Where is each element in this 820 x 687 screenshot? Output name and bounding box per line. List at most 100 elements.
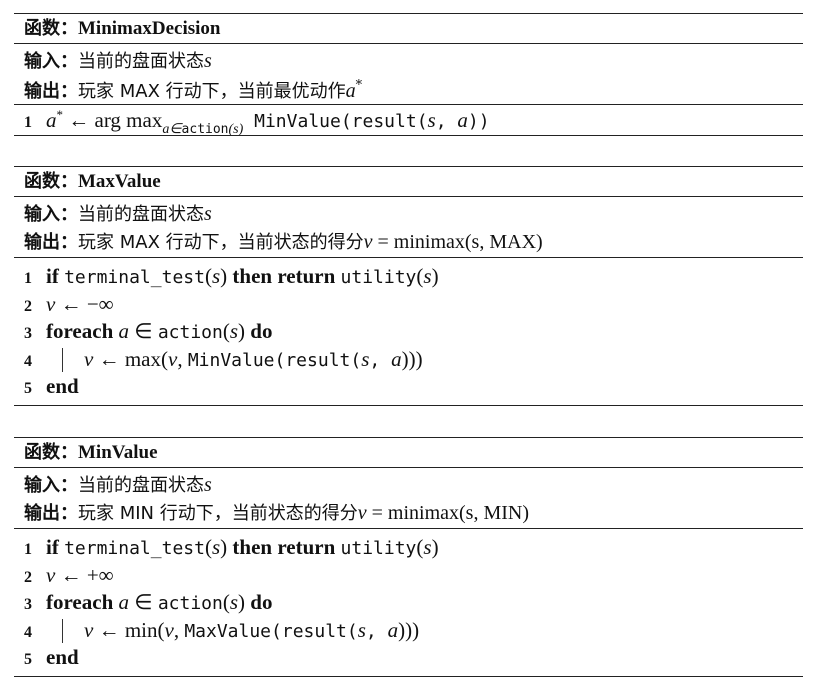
var-v: v — [46, 563, 56, 587]
io-rule — [14, 257, 803, 258]
utility-call: utility — [340, 538, 417, 559]
top-rule — [14, 437, 803, 438]
foreach-keyword: foreach — [46, 590, 119, 614]
output-variable: a — [345, 80, 356, 102]
if-keyword: if — [46, 535, 65, 559]
close-parens: )) — [467, 111, 490, 132]
header-rule — [14, 43, 803, 44]
line-number: 5 — [24, 651, 32, 668]
line-number: 4 — [24, 353, 32, 370]
line-number: 3 — [24, 596, 32, 613]
input-line: 输入：当前的盘面状态s — [24, 204, 212, 224]
paren: ) — [431, 264, 439, 288]
var-v: v — [46, 292, 56, 316]
var-s: s — [427, 108, 436, 132]
var-v: v — [167, 347, 178, 371]
end-keyword: end — [46, 645, 79, 669]
header-rule — [14, 467, 803, 468]
code-line-4: 4v ← max(v, MinValue(result(s, a))) — [24, 349, 423, 370]
output-line: 输出：玩家 MAX 行动下，当前状态的得分v = minimax(s, MAX) — [24, 232, 543, 252]
assign-pos-infinity: ← +∞ — [55, 563, 114, 587]
var-a: a — [387, 618, 399, 642]
code-line-1: 1 if terminal_test(s) then return utility… — [24, 266, 439, 287]
line-number: 1 — [24, 114, 32, 131]
bottom-rule — [14, 676, 803, 677]
close-parens: ))) — [401, 347, 423, 371]
output-text: 玩家 MAX 行动下，当前最优动作 — [78, 81, 346, 102]
bottom-rule — [14, 135, 803, 136]
header-rule — [14, 196, 803, 197]
var-s: s — [423, 264, 432, 288]
line-number: 5 — [24, 380, 32, 397]
paren: ( — [204, 264, 212, 288]
comma: , — [177, 347, 188, 371]
output-keyword: 输出： — [24, 503, 78, 524]
function-keyword: 函数： — [24, 171, 78, 192]
comma: , — [365, 621, 388, 642]
output-keyword: 输出： — [24, 232, 78, 253]
line-number: 1 — [24, 270, 32, 287]
argmax-expr: ← arg max — [63, 108, 163, 132]
paren: ) — [431, 535, 439, 559]
var-a: a — [118, 319, 130, 343]
function-name: MinimaxDecision — [78, 18, 221, 39]
minvalue-call: MinValue(result( — [243, 111, 428, 132]
input-variable: s — [204, 50, 212, 72]
output-line: 输出：玩家 MIN 行动下，当前状态的得分v = minimax(s, MIN) — [24, 503, 529, 523]
io-rule — [14, 104, 803, 105]
line-number: 1 — [24, 541, 32, 558]
input-keyword: 输入： — [24, 204, 78, 225]
output-equation: = minimax(s, MIN) — [366, 502, 530, 524]
output-text: 玩家 MIN 行动下，当前状态的得分 — [78, 503, 358, 524]
max-op: ← max( — [93, 347, 168, 371]
foreach-keyword: foreach — [46, 319, 119, 343]
minvalue-call: MinValue(result( — [187, 350, 362, 371]
var-a: a — [118, 590, 130, 614]
function-header: 函数：MaxValue — [24, 172, 161, 191]
if-keyword: if — [46, 264, 65, 288]
code-line-3: 3 foreach a ∈ action(s) do — [24, 592, 272, 613]
input-line: 输入：当前的盘面状态s — [24, 475, 212, 495]
action-call: action — [157, 322, 223, 343]
do-keyword: do — [250, 590, 273, 614]
top-rule — [14, 166, 803, 167]
function-header: 函数：MinimaxDecision — [24, 19, 221, 38]
then-return-keyword: then return — [232, 264, 341, 288]
action-call: action — [157, 593, 223, 614]
comma: , — [173, 618, 185, 642]
function-name: MinValue — [78, 442, 158, 463]
paren: ) — [238, 590, 251, 614]
output-keyword: 输出： — [24, 81, 78, 102]
code-line-3: 3 foreach a ∈ action(s) do — [24, 321, 272, 342]
output-superscript: * — [355, 78, 363, 93]
line-number: 3 — [24, 325, 32, 342]
paren: ( — [222, 319, 230, 343]
top-rule — [14, 13, 803, 14]
comma: , — [369, 350, 392, 371]
input-variable: s — [204, 203, 212, 225]
var-a: a — [457, 108, 468, 132]
output-text: 玩家 MAX 行动下，当前状态的得分 — [78, 232, 364, 253]
paren: ( — [204, 535, 212, 559]
min-op: ← min( — [93, 618, 165, 642]
paren: ) — [238, 319, 251, 343]
paren: ) — [220, 264, 233, 288]
function-keyword: 函数： — [24, 442, 78, 463]
paren: ) — [220, 535, 233, 559]
code-line-5: 5 end — [24, 376, 79, 397]
var-v: v — [84, 347, 94, 371]
function-header: 函数：MinValue — [24, 443, 158, 462]
maxvalue-call: MaxValue(result( — [184, 621, 358, 642]
var-s: s — [229, 319, 239, 343]
input-text: 当前的盘面状态 — [78, 51, 204, 72]
end-keyword: end — [46, 374, 79, 398]
input-variable: s — [204, 474, 212, 496]
do-keyword: do — [250, 319, 273, 343]
code-line-1: 1 if terminal_test(s) then return utility… — [24, 537, 439, 558]
then-return-keyword: then return — [232, 535, 341, 559]
bottom-rule — [14, 405, 803, 406]
output-variable: v — [357, 502, 367, 524]
var-s: s — [423, 535, 432, 559]
var-v: v — [164, 618, 174, 642]
var-s: s — [229, 590, 239, 614]
